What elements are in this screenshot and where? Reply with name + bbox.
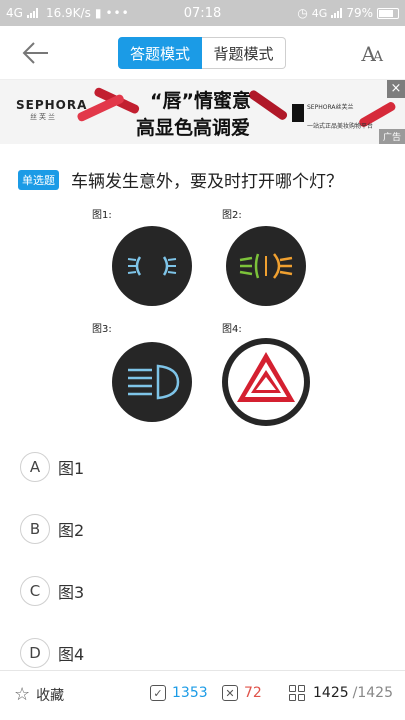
option-text: 图1 <box>58 459 85 478</box>
tab-answer-mode[interactable]: 答题模式 <box>118 37 202 69</box>
ad-brand: SEPHORA 丝芙兰 <box>16 98 88 121</box>
network-type: 4G <box>6 6 23 20</box>
ad-close-button[interactable]: × <box>387 80 405 98</box>
wrong-count[interactable]: ✕ 72 <box>222 685 262 701</box>
option-text: 图2 <box>58 521 85 540</box>
correct-count[interactable]: ✓ 1353 <box>150 685 208 701</box>
favorite-button[interactable]: ☆ 收藏 <box>14 685 64 705</box>
favorite-label: 收藏 <box>36 688 65 704</box>
position-light-icon <box>112 226 192 306</box>
option-a[interactable]: A 图1 <box>20 452 84 482</box>
question-type-badge: 单选题 <box>18 170 59 190</box>
ad-logo: SEPHORA丝芙兰 一站式正品美妆购物平台 <box>292 102 398 130</box>
more-notifications-icon: ••• <box>105 6 130 20</box>
question-figure: 图1: 图2: 图3: 图4: <box>88 202 316 430</box>
signal-icon-2 <box>331 8 343 18</box>
font-size-icon[interactable]: AA <box>361 42 383 66</box>
fog-light-icon <box>226 226 306 306</box>
status-bar: 4G 16.9K/s ▮ ••• 07:18 ◷ 4G 79% <box>0 0 405 26</box>
nav-bar: 答题模式 背题模式 AA <box>0 26 405 80</box>
network-speed: 16.9K/s <box>45 6 91 20</box>
current-question: 1425 <box>313 685 349 701</box>
wrong-count-value: 72 <box>244 685 262 701</box>
option-letter: D <box>20 638 50 668</box>
option-c[interactable]: C 图3 <box>20 576 84 606</box>
correct-count-value: 1353 <box>172 685 208 701</box>
option-letter: C <box>20 576 50 606</box>
back-arrow-icon[interactable] <box>20 38 52 68</box>
option-letter: B <box>20 514 50 544</box>
ad-tag: 广告 <box>378 129 405 144</box>
battery-percent: 79% <box>346 6 373 20</box>
cross-icon: ✕ <box>222 685 238 701</box>
battery-icon <box>377 7 399 19</box>
option-letter: A <box>20 452 50 482</box>
bottom-bar: ☆ 收藏 ✓ 1353 ✕ 72 1425/1425 <box>0 670 405 720</box>
star-icon: ☆ <box>14 684 31 705</box>
alarm-icon: ◷ <box>297 6 308 20</box>
option-text: 图3 <box>58 583 85 602</box>
ad-slogan-1: “唇”情蜜意 <box>150 90 251 112</box>
option-text: 图4 <box>58 645 85 664</box>
ad-slogan-2: 高显色高调爱 <box>136 117 251 139</box>
question-progress[interactable]: 1425/1425 <box>289 685 393 701</box>
check-icon: ✓ <box>150 685 166 701</box>
grid-icon <box>289 685 305 701</box>
sephora-logo-icon <box>292 104 304 122</box>
low-beam-icon <box>112 342 192 422</box>
question-text: 车辆发生意外，要及时打开哪个灯？ <box>71 172 343 192</box>
signal-icon <box>26 8 38 18</box>
ad-banner[interactable]: SEPHORA 丝芙兰 “唇”情蜜意 高显色高调爱 SEPHORA丝芙兰 一站式… <box>0 80 405 144</box>
option-b[interactable]: B 图2 <box>20 514 84 544</box>
total-questions: /1425 <box>352 685 393 701</box>
option-d[interactable]: D 图4 <box>20 638 84 668</box>
mode-switch: 答题模式 背题模式 <box>118 37 286 69</box>
sd-card-icon: ▮ <box>94 6 102 20</box>
lipstick-decoration <box>247 88 289 122</box>
tab-recite-mode[interactable]: 背题模式 <box>202 37 286 69</box>
network-type-2: 4G <box>311 6 328 20</box>
hazard-warning-icon <box>222 338 310 426</box>
